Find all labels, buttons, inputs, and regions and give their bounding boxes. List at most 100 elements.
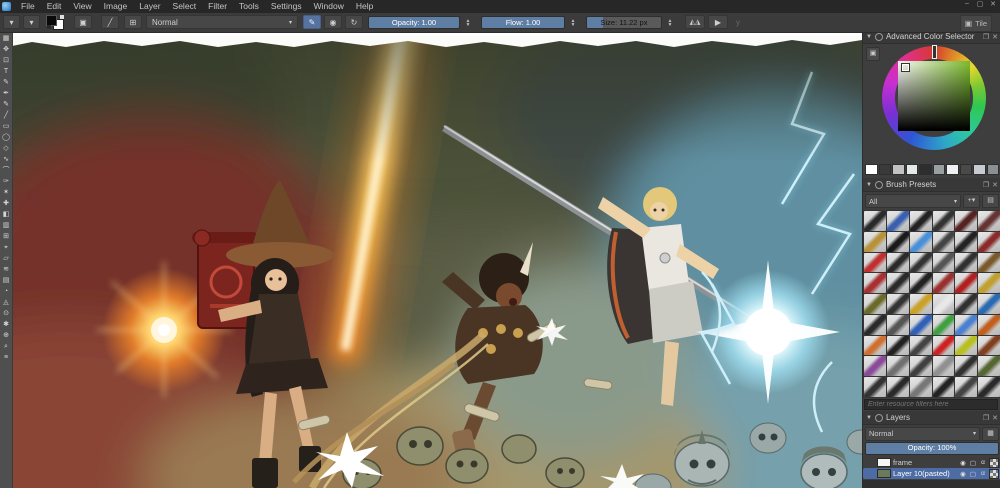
polygon-select-tool[interactable]: ◬ xyxy=(1,298,12,308)
brush-preset-thumbnail[interactable] xyxy=(933,336,955,356)
ellipse-tool[interactable]: ◯ xyxy=(1,133,12,143)
edit-shapes-tool[interactable]: ✎ xyxy=(1,78,12,88)
opacity-spinner[interactable]: ▲▼ xyxy=(461,16,475,29)
wrap-around-mode-icon[interactable]: ◉ xyxy=(324,15,342,29)
window-control-2[interactable]: ✕ xyxy=(988,0,998,8)
flow-slider[interactable]: Flow: 1.00 xyxy=(481,16,565,29)
bezier-select-tool[interactable]: ⊕ xyxy=(1,331,12,341)
color-history-swatch[interactable] xyxy=(892,164,905,175)
close-panel-icon[interactable]: ✕ xyxy=(992,414,998,422)
reload-preset-icon[interactable]: ↻ xyxy=(345,15,363,29)
menu-file[interactable]: File xyxy=(15,0,41,13)
layer-filter-icon[interactable]: ▦ xyxy=(982,427,999,441)
brush-preset-thumbnail[interactable] xyxy=(978,294,1000,314)
workspace-chooser-button[interactable]: ▣ Tile xyxy=(960,15,992,32)
hue-ring[interactable] xyxy=(882,46,986,150)
brush-preset-thumbnail[interactable] xyxy=(933,253,955,273)
zoom-tool[interactable]: ⌕ xyxy=(1,342,12,352)
brush-preset-thumbnail[interactable] xyxy=(887,315,909,335)
add-tag-button[interactable]: +▾ xyxy=(963,194,980,208)
crop-tool[interactable]: ⊡ xyxy=(1,56,12,66)
flow-spinner[interactable]: ▲▼ xyxy=(566,16,580,29)
layers-header[interactable]: ▼ Layers ❐ ✕ xyxy=(863,411,1000,425)
similar-select-tool[interactable]: ✱ xyxy=(1,320,12,330)
brush-preset-thumbnail[interactable] xyxy=(887,211,909,231)
brush-preset-thumbnail[interactable] xyxy=(910,356,932,376)
resource-filter-input[interactable] xyxy=(864,399,998,410)
multibrush-tool[interactable]: ✚ xyxy=(1,199,12,209)
foreground-background-colors[interactable] xyxy=(46,15,64,30)
freehand-path-tool[interactable]: ✑ xyxy=(1,177,12,187)
collapse-arrow-icon[interactable]: ▼ xyxy=(866,34,872,40)
saturation-value-square[interactable] xyxy=(898,61,970,131)
line-tool[interactable]: ╱ xyxy=(1,111,12,121)
choose-workspace-icon[interactable]: ▣ xyxy=(74,15,92,29)
pan-tool[interactable]: ≡ xyxy=(1,353,12,363)
rectangle-tool[interactable]: ▭ xyxy=(1,122,12,132)
brush-preset-thumbnail[interactable] xyxy=(910,211,932,231)
brush-preset-thumbnail[interactable] xyxy=(864,294,886,314)
freehand-brush-tool[interactable]: ✎ xyxy=(1,100,12,110)
brush-preset-thumbnail[interactable] xyxy=(978,253,1000,273)
menu-window[interactable]: Window xyxy=(308,0,350,13)
text-tool[interactable]: T xyxy=(1,67,12,77)
brush-preset-thumbnail[interactable] xyxy=(955,232,977,252)
alpha-lock-icon[interactable]: α xyxy=(979,459,987,466)
brush-preset-thumbnail[interactable] xyxy=(910,273,932,293)
brush-preset-thumbnail[interactable] xyxy=(978,356,1000,376)
size-slider[interactable]: Size: 11.22 px xyxy=(586,16,662,29)
brush-preset-thumbnail[interactable] xyxy=(933,356,955,376)
opacity-slider[interactable]: Opacity: 1.00 xyxy=(368,16,460,29)
canvas[interactable] xyxy=(12,32,862,488)
brush-preset-thumbnail[interactable] xyxy=(955,294,977,314)
assistants-tool[interactable]: ▱ xyxy=(1,254,12,264)
color-history-swatch[interactable] xyxy=(933,164,946,175)
visibility-eye-icon[interactable]: ◉ xyxy=(959,459,967,467)
menu-layer[interactable]: Layer xyxy=(133,0,166,13)
brush-preset-thumbnail[interactable] xyxy=(933,211,955,231)
float-panel-icon[interactable]: ❐ xyxy=(983,414,989,422)
brush-preset-thumbnail[interactable] xyxy=(955,315,977,335)
color-history-swatch[interactable] xyxy=(946,164,959,175)
size-spinner[interactable]: ▲▼ xyxy=(663,16,677,29)
brush-preset-thumbnail[interactable] xyxy=(864,273,886,293)
brush-preset-thumbnail[interactable] xyxy=(955,356,977,376)
brush-preset-thumbnail[interactable] xyxy=(864,211,886,231)
ellipse-select-tool[interactable]: ◔ xyxy=(1,287,12,297)
menu-settings[interactable]: Settings xyxy=(265,0,308,13)
brush-preset-thumbnail[interactable] xyxy=(933,232,955,252)
brush-preset-thumbnail[interactable] xyxy=(978,273,1000,293)
layer-row[interactable]: Layer 10(pasted) ◉ ▢ α xyxy=(863,468,1000,479)
menu-filter[interactable]: Filter xyxy=(202,0,233,13)
fill-tool[interactable]: ◧ xyxy=(1,210,12,220)
edit-brush-settings-button[interactable]: ✎ xyxy=(303,15,321,29)
brush-preset-thumbnail[interactable] xyxy=(978,232,1000,252)
menu-view[interactable]: View xyxy=(67,0,97,13)
pattern-edit-icon[interactable]: ╱ xyxy=(101,15,119,29)
dynamic-brush-tool[interactable]: ✶ xyxy=(1,188,12,198)
brush-preset-thumbnail[interactable] xyxy=(955,377,977,397)
lock-icon[interactable]: ▢ xyxy=(969,470,977,478)
window-control-0[interactable]: – xyxy=(962,0,972,8)
color-history-swatch[interactable] xyxy=(973,164,986,175)
brush-preset-thumbnail[interactable] xyxy=(887,336,909,356)
blending-mode-dropdown[interactable]: Normal ▾ xyxy=(146,15,298,29)
color-history-swatch[interactable] xyxy=(919,164,932,175)
brush-preset-thumbnail[interactable] xyxy=(887,232,909,252)
gradient-combo[interactable]: ▾ xyxy=(23,15,40,29)
brush-preset-thumbnail[interactable] xyxy=(955,336,977,356)
rect-select-tool[interactable]: ▤ xyxy=(1,276,12,286)
brush-preset-thumbnail[interactable] xyxy=(864,356,886,376)
gradient-tool[interactable]: ▥ xyxy=(1,221,12,231)
collapse-arrow-icon[interactable]: ▼ xyxy=(866,415,872,421)
float-panel-icon[interactable]: ❐ xyxy=(983,181,989,189)
menu-tools[interactable]: Tools xyxy=(233,0,265,13)
calligraphy-tool[interactable]: ✒ xyxy=(1,89,12,99)
brush-preset-thumbnail[interactable] xyxy=(933,377,955,397)
menu-edit[interactable]: Edit xyxy=(41,0,68,13)
close-panel-icon[interactable]: ✕ xyxy=(992,33,998,41)
pattern-tool[interactable]: ⊞ xyxy=(1,232,12,242)
brush-preset-thumbnail[interactable] xyxy=(887,253,909,273)
layer-opacity-slider[interactable]: Opacity: 100% xyxy=(865,442,999,455)
menu-select[interactable]: Select xyxy=(167,0,203,13)
